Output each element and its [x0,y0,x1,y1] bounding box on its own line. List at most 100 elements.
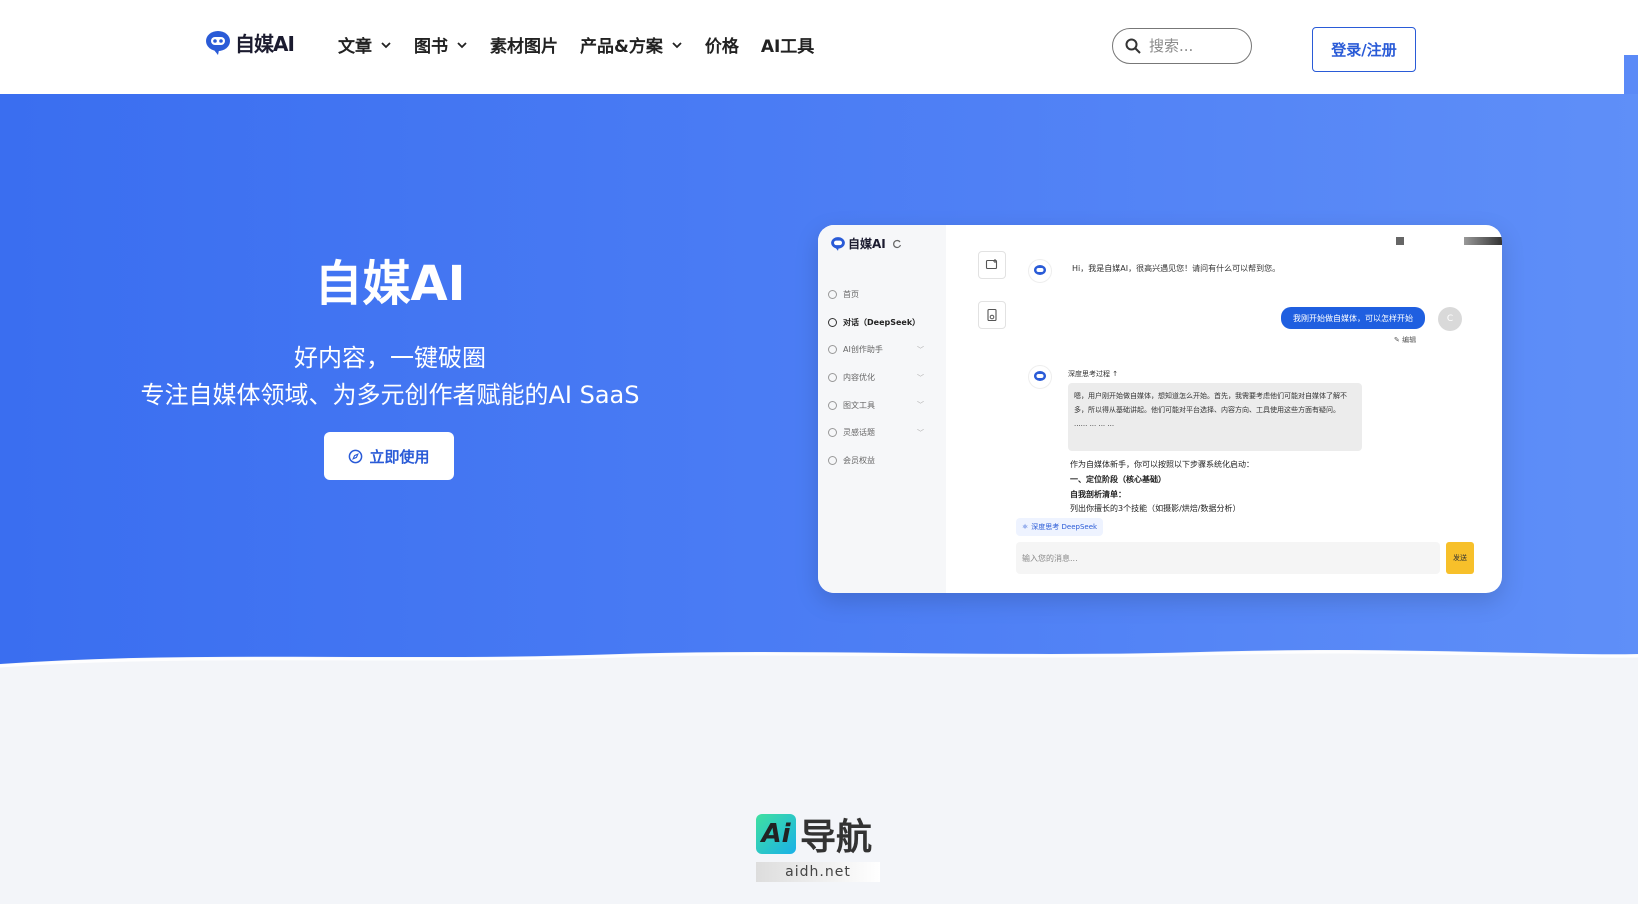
nav-label: 素材图片 [490,37,558,57]
thinking-text: 嗯，用户刚开始做自媒体，想知道怎么开始。首先，我需要考虑他们可能对自媒体了解不多… [1074,392,1347,414]
edit-icon: ✎ [1394,336,1400,344]
menu-label: 灵感话题 [843,428,875,438]
preview-logo-text: 自媒AI [848,237,886,251]
search-input[interactable] [1149,37,1239,55]
compass-icon [349,449,363,463]
search-box[interactable] [1112,28,1252,64]
edit-message-link[interactable]: ✎ 编辑 [1394,335,1416,345]
nav-item-pricing[interactable]: 价格 [705,32,739,57]
nav-label: 图书 [414,37,448,57]
nav-item-products[interactable]: 产品&方案 [580,32,683,57]
menu-label: 内容优化 [843,373,875,383]
hero-description: 专注自媒体领域、为多元创作者赋能的AI SaaS [140,381,640,409]
nav-label: AI工具 [760,37,815,57]
hero-wave-divider [0,650,1638,674]
chevron-down-icon: ﹀ [917,346,924,355]
chevron-down-icon: ﹀ [917,373,924,382]
preview-menu: 首页 对话（DeepSeek） AI创作助手 ﹀ 内容优化 ﹀ 图文工具 ﹀ 灵感话题… [828,281,938,474]
atom-icon: ⚛ [1022,523,1029,531]
nav-item-ai-tools[interactable]: AI工具 [761,32,814,57]
preview-logo: 自媒AI [830,235,902,252]
chat-icon [828,317,837,327]
nav-item-images[interactable]: 素材图片 [490,32,558,57]
preview-sidebar: 自媒AI 首页 对话（DeepSeek） AI创作助手 ﹀ 内容优化 ﹀ 图文工具 ﹀… [818,225,946,593]
menu-label: 对话（DeepSeek） [843,317,921,327]
preview-menu-item-graphics[interactable]: 图文工具 ﹀ [828,391,938,419]
hero-tagline: 好内容，一键破圈 [294,344,486,372]
new-chat-button[interactable] [978,251,1006,279]
image-icon [828,400,837,410]
answer-line: 自我剖析清单： [1070,490,1126,499]
menu-label: 图文工具 [843,400,875,410]
hero-title: 自媒AI [314,256,466,312]
answer-line: 作为自媒体新手，你可以按照以下步骤系统化启动： [1070,460,1254,469]
deepseek-mode-chip[interactable]: ⚛ 深度思考 DeepSeek [1016,518,1104,536]
nav-item-articles[interactable]: 文章 [338,32,392,57]
start-now-label: 立即使用 [369,447,430,466]
new-chat-icon [985,259,998,270]
robot-icon [1034,265,1046,275]
message-input[interactable]: 输入您的消息... [1016,542,1440,574]
menu-label: 首页 [843,290,859,300]
menu-label: 会员权益 [843,455,875,465]
bot-greeting: Hi，我是自媒AI，很高兴遇见您！请问有什么可以帮到您。 [1072,264,1281,273]
home-icon [828,290,837,300]
start-now-button[interactable]: 立即使用 [324,432,454,480]
refresh-icon [892,239,901,248]
chevron-down-icon [672,41,682,48]
chevron-down-icon [457,41,467,48]
send-button[interactable]: 发送 [1446,542,1474,574]
history-button[interactable] [978,301,1006,329]
nav-item-books[interactable]: 图书 [414,32,468,57]
preview-menu-item-topics[interactable]: 灵感话题 ﹀ [828,419,938,447]
aidh-watermark: Ai 导航 aidh.net [756,808,880,882]
chevron-down-icon [381,41,391,48]
document-icon [987,308,997,322]
thinking-ellipsis: ...... ... ... ... [1074,420,1115,428]
search-icon [1125,38,1141,54]
preview-menu-item-chat[interactable]: 对话（DeepSeek） [828,309,938,337]
preview-menu-item-optimize[interactable]: 内容优化 ﹀ [828,364,938,392]
member-icon [828,455,837,465]
robot-icon [1034,371,1046,381]
app-preview-window: 自媒AI 首页 对话（DeepSeek） AI创作助手 ﹀ 内容优化 ﹀ 图文工具 ﹀… [818,225,1502,593]
preview-menu-item-membership[interactable]: 会员权益 [828,447,938,475]
robot-logo-icon [206,30,230,55]
bot-avatar [1028,365,1052,389]
site-logo[interactable]: 自媒AI [204,28,295,57]
menu-label: AI创作助手 [843,345,883,355]
bot-avatar [1028,259,1052,283]
nav-label: 文章 [338,37,372,57]
optimize-icon [828,373,837,383]
user-avatar: C [1438,307,1462,331]
watermark-text: 导航 [800,817,873,858]
deepseek-chip-label: 深度思考 DeepSeek [1031,523,1098,531]
window-control-square[interactable] [1396,237,1404,245]
window-control-block [1464,237,1502,245]
answer-line: 一、定位阶段（核心基础） [1070,475,1166,484]
lightbulb-icon [828,428,837,438]
watermark-domain: aidh.net [756,862,880,882]
chevron-down-icon: ﹀ [917,401,924,410]
edit-label: 编辑 [1402,336,1417,344]
nav-label: 产品&方案 [580,37,663,57]
thinking-process-toggle[interactable]: 深度思考过程 ↑ [1068,369,1118,379]
nav-label: 价格 [704,37,739,57]
scrollbar-track [1624,0,1638,55]
robot-logo-icon [831,236,845,251]
preview-toolbar [978,251,1006,351]
logo-text: 自媒AI [235,32,295,56]
scrollbar-thumb[interactable] [1624,55,1638,94]
preview-menu-item-assistant[interactable]: AI创作助手 ﹀ [828,336,938,364]
watermark-badge: Ai [756,814,796,854]
site-header: 自媒AI 文章 图书 素材图片 产品&方案 价格 AI工具 登录/注册 [0,0,1624,94]
answer-line: 列出你擅长的3个技能（如摄影/烘焙/数据分析） [1070,504,1241,512]
thinking-process-box: 嗯，用户刚开始做自媒体，想知道怎么开始。首先，我需要考虑他们可能对自媒体了解不多… [1068,383,1362,451]
login-register-button[interactable]: 登录/注册 [1312,27,1416,72]
main-nav: 文章 图书 素材图片 产品&方案 价格 AI工具 [338,32,836,57]
user-message: 我刚开始做自媒体，可以怎样开始 [1281,307,1425,329]
preview-menu-item-home[interactable]: 首页 [828,281,938,309]
play-icon [828,345,837,355]
hero-section: 自媒AI 好内容，一键破圈 专注自媒体领域、为多元创作者赋能的AI SaaS 立… [0,94,1638,674]
chevron-down-icon: ﹀ [917,428,924,437]
